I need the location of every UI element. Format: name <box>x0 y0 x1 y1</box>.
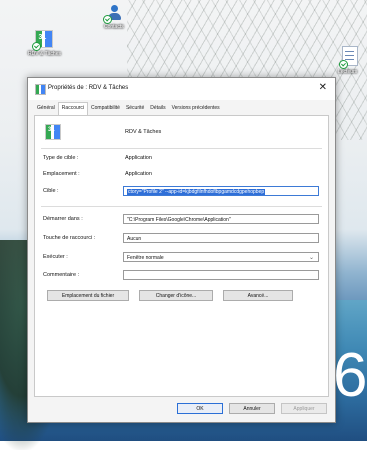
app-name: RDV & Tâches <box>125 129 162 135</box>
advanced-button[interactable]: Avancé... <box>223 290 293 301</box>
tab-bar: Général Raccourci Compatibilité Sécurité… <box>34 102 223 117</box>
properties-dialog: Propriétés de : RDV & Tâches ✕ Général R… <box>27 77 336 423</box>
divider <box>41 148 322 149</box>
target-type-label: Type de cible : <box>43 155 79 161</box>
sync-check-icon <box>338 60 348 69</box>
calendar-icon <box>35 84 46 95</box>
corner-number: 6 <box>333 341 367 410</box>
sync-check-icon <box>32 42 42 51</box>
change-icon-button[interactable]: Changer d'icône... <box>139 290 213 301</box>
shortcut-panel: 31 RDV & Tâches Type de cible : Applicat… <box>34 115 329 397</box>
tab-details[interactable]: Détails <box>147 103 168 115</box>
calendar-icon-number: 31 <box>48 127 55 133</box>
run-label: Exécuter : <box>43 254 68 260</box>
calendar-icon: 31 <box>32 30 54 51</box>
ok-button[interactable]: OK <box>177 403 223 414</box>
sync-check-icon <box>102 15 112 24</box>
start-in-label: Démarrer dans : <box>43 216 83 222</box>
target-type-value: Application <box>125 155 152 161</box>
close-icon[interactable]: ✕ <box>319 82 327 94</box>
run-select-value: Fenêtre normale <box>127 255 164 261</box>
run-select[interactable]: Fenêtre normale ⌄ <box>123 252 319 262</box>
comment-input[interactable] <box>123 270 319 280</box>
target-input-value: ctory="Profile 2" --app-id=kjbdgfilnfhdo… <box>127 189 266 195</box>
target-label: Cible : <box>43 188 59 194</box>
cancel-button[interactable]: Annuler <box>229 403 275 414</box>
divider <box>41 206 322 207</box>
calendar-icon-number: 31 <box>38 34 47 41</box>
location-value: Application <box>125 171 152 177</box>
desktop-icon-document[interactable]: Lecteurs <box>338 46 359 75</box>
desktop-icon-label: RDV & Tâches <box>28 51 61 57</box>
calendar-icon: 31 <box>45 124 61 140</box>
dialog-titlebar[interactable]: Propriétés de : RDV & Tâches ✕ <box>28 78 335 100</box>
person-icon <box>102 5 122 24</box>
open-location-button[interactable]: Emplacement du fichier <box>47 290 129 301</box>
target-input[interactable]: ctory="Profile 2" --app-id=kjbdgfilnfhdo… <box>123 186 319 196</box>
dialog-title: Propriétés de : RDV & Tâches <box>48 85 129 91</box>
shortcut-key-input[interactable]: Aucun <box>123 233 319 243</box>
location-label: Emplacement : <box>43 171 80 177</box>
tab-security[interactable]: Sécurité <box>123 103 147 115</box>
desktop-icon-label: Contacts <box>104 24 124 30</box>
desktop-icon-contacts[interactable]: Contacts <box>102 5 124 30</box>
chevron-down-icon: ⌄ <box>308 255 314 261</box>
start-in-input[interactable]: "C:\Program Files\Google\Chrome\Applicat… <box>123 214 319 224</box>
desktop-icon-label: Lecteurs <box>338 69 358 75</box>
tab-general[interactable]: Général <box>34 103 58 115</box>
document-icon <box>338 46 358 69</box>
apply-button[interactable]: Appliquer <box>281 403 327 414</box>
desktop-icon-rdv-taches[interactable]: 31 RDV & Tâches <box>28 30 61 57</box>
shortcut-key-label: Touche de raccourci : <box>43 235 96 241</box>
tab-compatibility[interactable]: Compatibilité <box>88 103 123 115</box>
comment-label: Commentaire : <box>43 272 80 278</box>
tab-previous-versions[interactable]: Versions précédentes <box>169 103 223 115</box>
